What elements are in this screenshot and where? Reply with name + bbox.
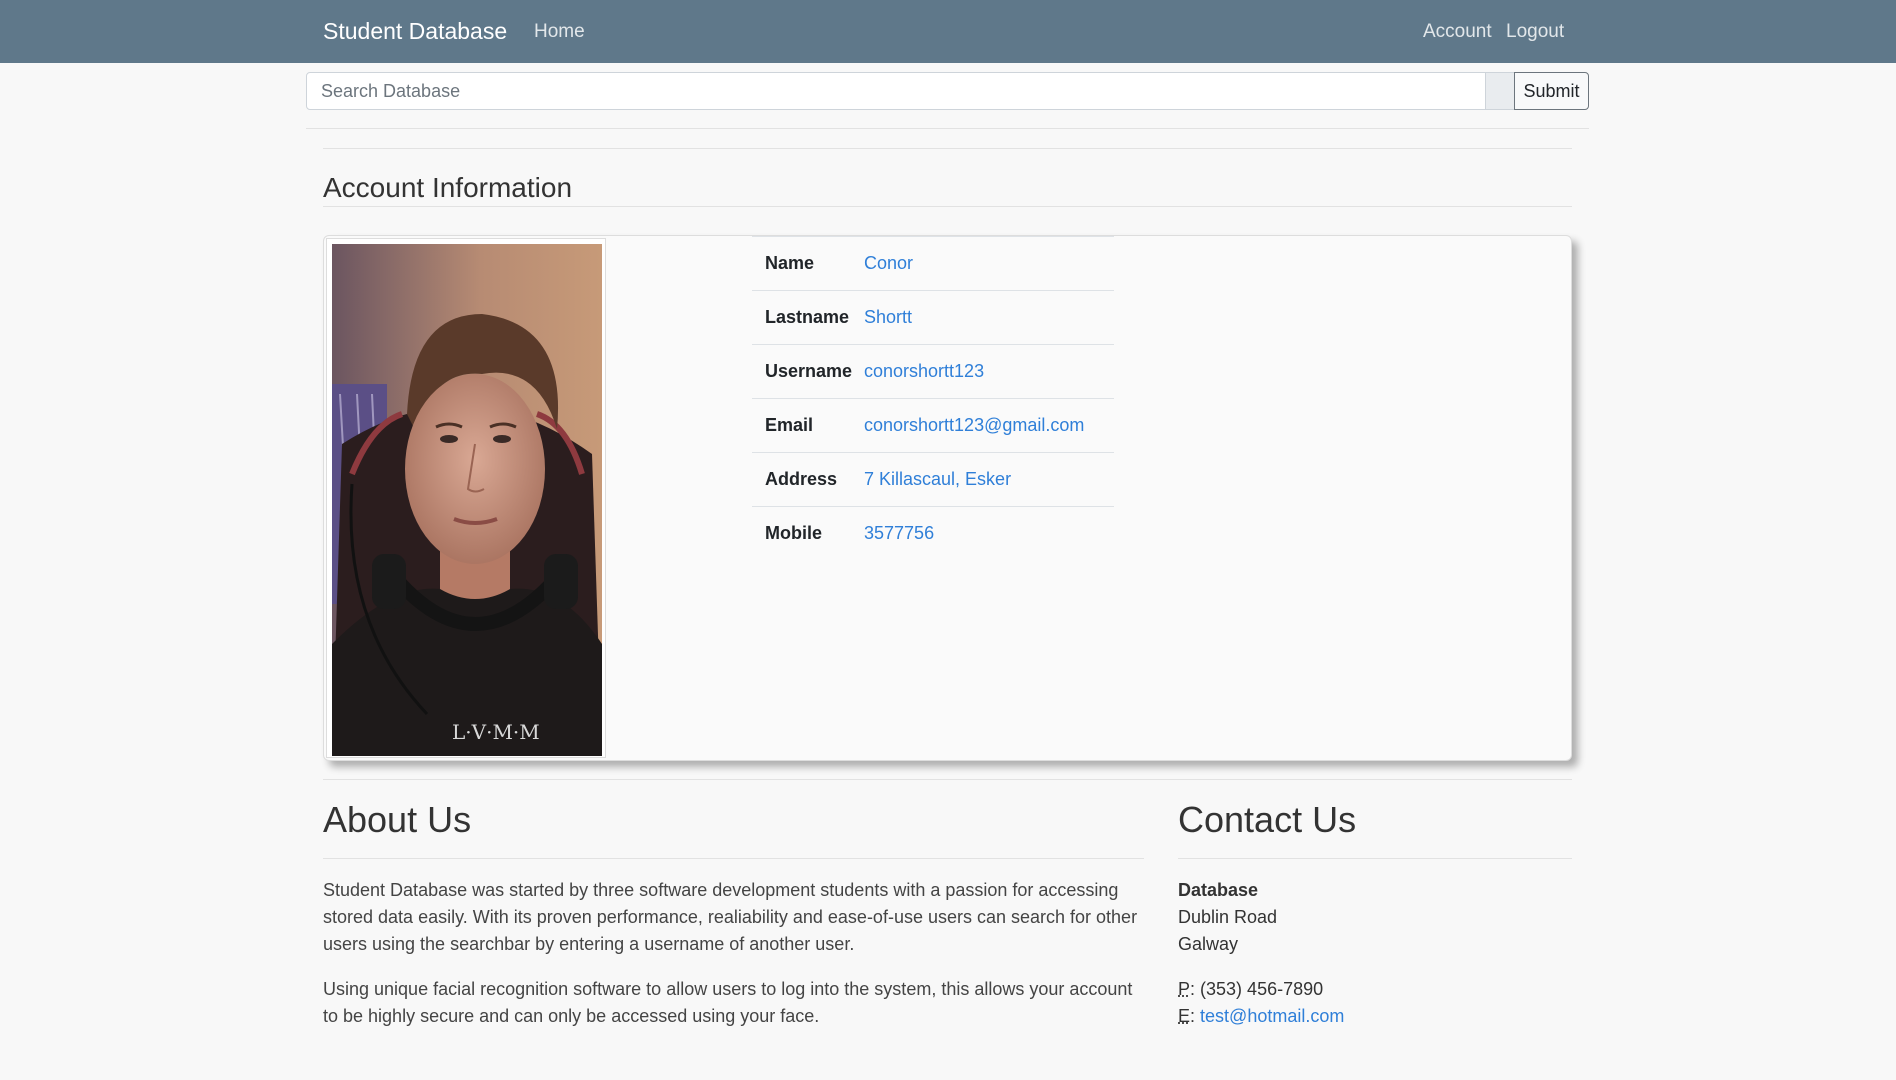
phone-abbr: P (1178, 979, 1191, 999)
email-abbr: E (1178, 1006, 1191, 1026)
divider (323, 779, 1572, 780)
table-row: Mobile 3577756 (752, 506, 1114, 560)
contact-phone-row: P: (353) 456-7890 (1178, 979, 1324, 999)
submit-button[interactable]: Submit (1514, 72, 1589, 110)
field-value: 3577756 (864, 506, 1114, 560)
contact-phone: (353) 456-7890 (1200, 979, 1324, 999)
table-row: Name Conor (752, 236, 1114, 291)
field-label: Username (752, 344, 864, 399)
top-navbar: Student Database Home Account Logout (0, 0, 1896, 63)
field-value: conorshortt123 (864, 344, 1114, 399)
account-card: L·V·M·M Name Conor Lastname Shortt Usern… (323, 235, 1572, 761)
shirt-text: L·V·M·M (452, 720, 540, 744)
search-input[interactable] (306, 72, 1486, 110)
profile-photo: L·V·M·M (332, 244, 602, 756)
field-label: Email (752, 398, 864, 453)
account-section-title: Account Information (323, 172, 573, 203)
search-addon (1486, 72, 1515, 110)
field-value: Shortt (864, 290, 1114, 345)
contact-email-row: E: test@hotmail.com (1178, 1006, 1345, 1026)
contact-title: Contact Us (1178, 799, 1357, 840)
contact-email-link[interactable]: test@hotmail.com (1200, 1006, 1344, 1026)
profile-photo-frame: L·V·M·M (326, 238, 606, 758)
field-label: Lastname (752, 290, 864, 345)
contact-address-line2: Galway (1178, 934, 1239, 954)
contact-address-line1: Dublin Road (1178, 907, 1278, 927)
table-row: Email conorshortt123@gmail.com (752, 398, 1114, 453)
divider (1178, 858, 1572, 859)
about-paragraph-2: Using unique facial recognition software… (323, 979, 1133, 1026)
field-label: Name (752, 236, 864, 291)
nav-account-link[interactable]: Account (1423, 21, 1492, 43)
field-value: conorshortt123@gmail.com (864, 398, 1114, 453)
nav-home-link[interactable]: Home (534, 21, 585, 43)
nav-logout-link[interactable]: Logout (1506, 21, 1564, 43)
table-row: Address 7 Killascaul, Esker (752, 452, 1114, 507)
table-row: Username conorshortt123 (752, 344, 1114, 399)
brand-link[interactable]: Student Database (323, 18, 507, 45)
divider (323, 148, 1572, 149)
field-value: 7 Killascaul, Esker (864, 452, 1114, 507)
field-label: Mobile (752, 506, 864, 560)
table-row: Lastname Shortt (752, 290, 1114, 345)
profile-photo-illustration: L·V·M·M (332, 244, 602, 756)
divider (323, 206, 1572, 207)
contact-org: Database (1178, 880, 1259, 900)
about-title: About Us (323, 799, 472, 840)
field-label: Address (752, 452, 864, 507)
account-info-table: Name Conor Lastname Shortt Username cono… (752, 236, 1114, 560)
divider (323, 858, 1144, 859)
about-paragraph-1: Student Database was started by three so… (323, 880, 1138, 954)
field-value: Conor (864, 236, 1114, 291)
search-form: Submit (306, 72, 1589, 110)
divider (306, 128, 1589, 129)
